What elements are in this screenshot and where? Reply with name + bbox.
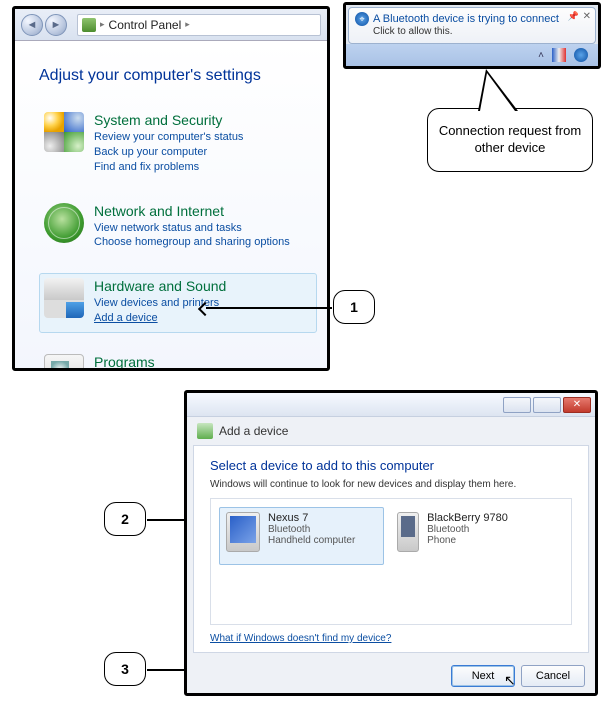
- programs-icon: [44, 354, 84, 368]
- device-item-blackberry[interactable]: BlackBerry 9780 Bluetooth Phone: [390, 507, 555, 565]
- dialog-body: Select a device to add to this computer …: [193, 445, 589, 653]
- bluetooth-icon: ⌖: [355, 12, 369, 26]
- dialog-breadcrumb: Add a device: [187, 417, 595, 445]
- balloon-tip[interactable]: 📌 ✕ ⌖ A Bluetooth device is trying to co…: [348, 7, 596, 44]
- phone-icon: [397, 512, 419, 552]
- callout-number: 2: [121, 511, 129, 527]
- device-sub: Phone: [427, 535, 508, 546]
- dialog-titlebar: ✕: [187, 393, 595, 417]
- back-button[interactable]: ◄: [21, 14, 43, 36]
- control-panel-icon: [82, 18, 96, 32]
- callout-1: 1: [333, 290, 375, 324]
- dialog-subtext: Windows will continue to look for new de…: [210, 479, 572, 490]
- close-icon[interactable]: ✕: [583, 11, 591, 22]
- titlebar: ◄ ► ▸ Control Panel ▸: [15, 9, 327, 41]
- category-title: Programs: [94, 354, 155, 368]
- minimize-button[interactable]: [503, 397, 531, 413]
- dialog-crumb-text: Add a device: [219, 424, 288, 438]
- dialog-footer: Next Cancel: [187, 659, 595, 693]
- chevron-right-icon: ▸: [100, 19, 105, 30]
- device-type: Bluetooth: [268, 524, 355, 535]
- device-type: Bluetooth: [427, 524, 508, 535]
- notification-panel: 📌 ✕ ⌖ A Bluetooth device is trying to co…: [343, 2, 601, 69]
- balloon-subtext: Click to allow this.: [373, 26, 577, 37]
- maximize-button[interactable]: [533, 397, 561, 413]
- action-center-icon[interactable]: [552, 48, 566, 62]
- device-item-nexus7[interactable]: Nexus 7 Bluetooth Handheld computer: [219, 507, 384, 565]
- callout-number: 3: [121, 661, 129, 677]
- cursor-icon: ↖: [504, 672, 516, 689]
- category-system-security[interactable]: System and Security Review your computer…: [39, 107, 317, 182]
- add-device-icon: [197, 423, 213, 439]
- callout-2: 2: [104, 502, 146, 536]
- balloon-title-text: A Bluetooth device is trying to connect: [373, 13, 559, 25]
- link-find-fix[interactable]: Find and fix problems: [94, 160, 243, 175]
- system-security-icon: [44, 112, 84, 152]
- category-network-internet[interactable]: Network and Internet View network status…: [39, 198, 317, 258]
- category-hardware-sound[interactable]: Hardware and Sound View devices and prin…: [39, 273, 317, 333]
- close-button[interactable]: ✕: [563, 397, 591, 413]
- address-bar[interactable]: ▸ Control Panel ▸: [77, 14, 321, 36]
- hardware-icon: [44, 278, 84, 318]
- add-device-dialog: ✕ Add a device Select a device to add to…: [184, 390, 598, 696]
- system-tray: ˄: [346, 44, 598, 66]
- dialog-heading: Select a device to add to this computer: [210, 458, 572, 473]
- help-link[interactable]: What if Windows doesn't find my device?: [210, 633, 572, 644]
- chevron-up-icon[interactable]: ˄: [538, 50, 544, 61]
- annotation-text: Connection request from other device: [439, 123, 581, 155]
- control-panel-body: Adjust your computer's settings System a…: [15, 41, 327, 368]
- bluetooth-tray-icon[interactable]: [574, 48, 588, 62]
- device-list: Nexus 7 Bluetooth Handheld computer Blac…: [210, 498, 572, 625]
- device-name: BlackBerry 9780: [427, 512, 508, 524]
- pin-icon[interactable]: 📌: [568, 11, 579, 22]
- callout-3: 3: [104, 652, 146, 686]
- category-title: Hardware and Sound: [94, 278, 226, 294]
- link-homegroup[interactable]: Choose homegroup and sharing options: [94, 235, 290, 250]
- cancel-label: Cancel: [536, 670, 570, 682]
- device-sub: Handheld computer: [268, 535, 355, 546]
- category-programs[interactable]: Programs: [39, 349, 317, 368]
- annotation-bubble: Connection request from other device: [427, 108, 593, 172]
- link-back-up[interactable]: Back up your computer: [94, 145, 243, 160]
- cancel-button[interactable]: Cancel: [521, 665, 585, 687]
- link-review-status[interactable]: Review your computer's status: [94, 130, 243, 145]
- link-view-network[interactable]: View network status and tasks: [94, 221, 290, 236]
- page-heading: Adjust your computer's settings: [39, 67, 317, 85]
- device-name: Nexus 7: [268, 512, 355, 524]
- callout-number: 1: [350, 299, 358, 315]
- forward-button[interactable]: ►: [45, 14, 67, 36]
- tablet-icon: [226, 512, 260, 552]
- network-icon: [44, 203, 84, 243]
- next-label: Next: [472, 670, 495, 682]
- category-title: Network and Internet: [94, 203, 290, 219]
- control-panel-window: ◄ ► ▸ Control Panel ▸ Adjust your comput…: [12, 6, 330, 371]
- category-title: System and Security: [94, 112, 243, 128]
- breadcrumb-label: Control Panel: [109, 18, 182, 32]
- chevron-right-icon: ▸: [185, 19, 190, 30]
